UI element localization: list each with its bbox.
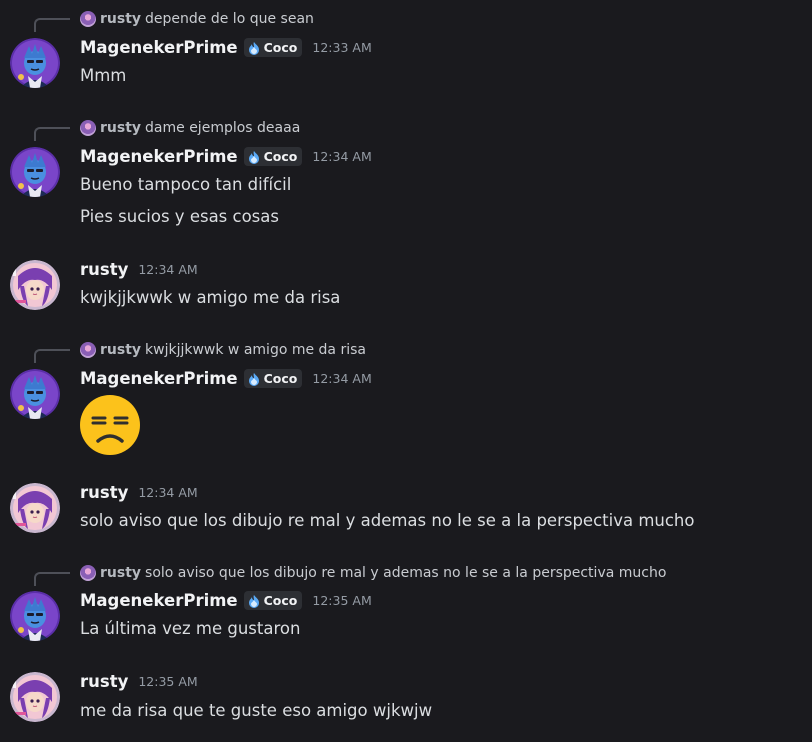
reply-text: kwjkjjkwwk w amigo me da risa [145,342,366,358]
timestamp[interactable]: 12:34 AM [138,262,197,277]
username[interactable]: rusty [80,260,128,279]
message-header: rusty 12:34 AM [80,260,198,279]
message-text: Bueno tampoco tan difícil [80,175,292,194]
reply-avatar [80,11,96,27]
reply-connector [34,349,70,363]
avatar[interactable] [10,672,60,722]
avatar[interactable] [10,591,60,641]
reply-text: dame ejemplos deaaa [145,120,301,136]
guild-tag[interactable]: Coco [243,147,303,166]
timestamp[interactable]: 12:35 AM [138,674,197,689]
reply-avatar [80,565,96,581]
guild-tag[interactable]: Coco [243,369,303,388]
reply-connector [34,127,70,141]
reply-author[interactable]: rusty [100,342,141,358]
message-text: Pies sucios y esas cosas [80,207,279,226]
message-text: solo aviso que los dibujo re mal y adema… [80,511,695,530]
guild-tag-label: Coco [263,371,298,386]
reply-preview[interactable]: rusty kwjkjjkwwk w amigo me da risa [80,340,366,360]
avatar[interactable] [10,369,60,419]
flame-icon [247,150,261,164]
reply-avatar [80,342,96,358]
username[interactable]: MagenekerPrime [80,369,238,388]
unamused-face-emoji[interactable] [79,394,141,456]
chat-log: rusty depende de lo que sean MagenekerPr… [0,0,812,742]
timestamp[interactable]: 12:33 AM [312,40,371,55]
timestamp[interactable]: 12:34 AM [138,485,197,500]
avatar[interactable] [10,38,60,88]
message-header: MagenekerPrime Coco 12:33 AM [80,38,372,57]
message-text: La última vez me gustaron [80,619,301,638]
avatar[interactable] [10,260,60,310]
message-header: MagenekerPrime Coco 12:35 AM [80,591,372,610]
message-text: Mmm [80,66,127,85]
reply-avatar [80,120,96,136]
reply-preview[interactable]: rusty depende de lo que sean [80,9,314,29]
flame-icon [247,372,261,386]
reply-preview[interactable]: rusty solo aviso que los dibujo re mal y… [80,563,666,583]
guild-tag-label: Coco [263,40,298,55]
username[interactable]: MagenekerPrime [80,38,238,57]
guild-tag[interactable]: Coco [243,591,303,610]
avatar[interactable] [10,483,60,533]
reply-text: solo aviso que los dibujo re mal y adema… [145,565,667,581]
flame-icon [247,594,261,608]
message-header: MagenekerPrime Coco 12:34 AM [80,369,372,388]
message-text: kwjkjjkwwk w amigo me da risa [80,288,341,307]
reply-author[interactable]: rusty [100,120,141,136]
timestamp[interactable]: 12:35 AM [312,593,371,608]
guild-tag-label: Coco [263,149,298,164]
username[interactable]: MagenekerPrime [80,591,238,610]
message-header: rusty 12:35 AM [80,672,198,691]
guild-tag[interactable]: Coco [243,38,303,57]
timestamp[interactable]: 12:34 AM [312,371,371,386]
reply-author[interactable]: rusty [100,565,141,581]
guild-tag-label: Coco [263,593,298,608]
avatar[interactable] [10,147,60,197]
reply-connector [34,572,70,586]
reply-text: depende de lo que sean [145,11,314,27]
username[interactable]: rusty [80,672,128,691]
message-text: me da risa que te guste eso amigo wjkwjw [80,701,433,720]
flame-icon [247,41,261,55]
message-header: rusty 12:34 AM [80,483,198,502]
reply-connector [34,18,70,32]
message-header: MagenekerPrime Coco 12:34 AM [80,147,372,166]
username[interactable]: MagenekerPrime [80,147,238,166]
username[interactable]: rusty [80,483,128,502]
reply-author[interactable]: rusty [100,11,141,27]
timestamp[interactable]: 12:34 AM [312,149,371,164]
reply-preview[interactable]: rusty dame ejemplos deaaa [80,118,300,138]
